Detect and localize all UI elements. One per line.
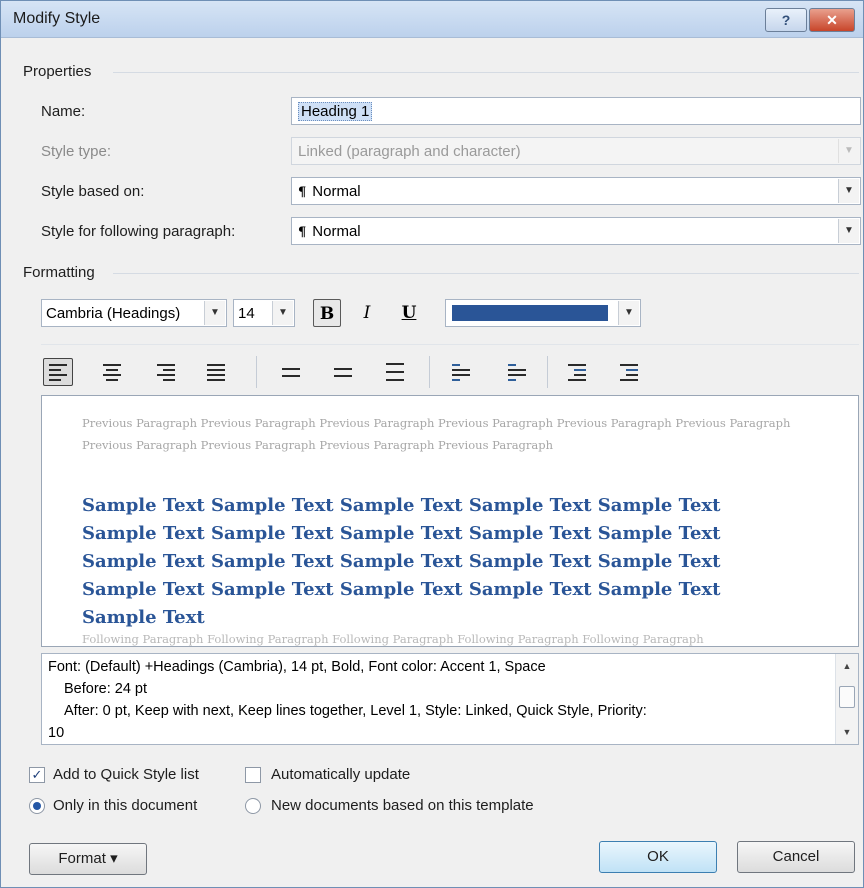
chevron-down-icon[interactable]: ▼ bbox=[618, 301, 639, 325]
auto-update-label: Automatically update bbox=[271, 766, 411, 783]
help-button[interactable]: ? bbox=[765, 8, 807, 32]
previous-paragraph-text: Previous Paragraph Previous Paragraph Pr… bbox=[82, 416, 791, 452]
double-spacing-icon[interactable] bbox=[381, 358, 411, 386]
based-on-dropdown[interactable]: ¶ Normal ▼ bbox=[291, 177, 861, 205]
chevron-down-icon[interactable]: ▼ bbox=[838, 179, 859, 203]
only-this-document-radio[interactable] bbox=[29, 798, 45, 814]
single-spacing-icon[interactable] bbox=[277, 358, 307, 386]
sample-text: Sample Text Sample Text Sample Text Samp… bbox=[82, 495, 721, 628]
new-documents-label: New documents based on this template bbox=[271, 797, 534, 814]
scroll-thumb[interactable] bbox=[839, 686, 855, 708]
toolbar-divider bbox=[41, 344, 859, 345]
description-line: Before: 24 pt bbox=[64, 681, 148, 697]
justify-icon[interactable] bbox=[202, 358, 232, 386]
only-this-document-label: Only in this document bbox=[53, 797, 198, 814]
following-paragraph-dropdown[interactable]: ¶ Normal ▼ bbox=[291, 217, 861, 245]
add-quick-style-checkbox[interactable]: ✓ bbox=[29, 767, 45, 783]
decrease-paragraph-spacing-icon[interactable] bbox=[503, 358, 533, 386]
align-center-icon[interactable] bbox=[98, 358, 128, 386]
formatting-section-label: Formatting bbox=[23, 264, 95, 281]
style-description[interactable]: Font: (Default) +Headings (Cambria), 14 … bbox=[41, 653, 859, 745]
following-paragraph-value: Normal bbox=[312, 223, 361, 240]
chevron-down-icon[interactable]: ▼ bbox=[272, 301, 293, 325]
scroll-down-icon[interactable]: ▼ bbox=[836, 724, 858, 740]
scroll-up-icon[interactable]: ▲ bbox=[836, 658, 858, 674]
ok-button[interactable]: OK bbox=[599, 841, 717, 873]
description-line: Font: (Default) +Headings (Cambria), 14 … bbox=[48, 659, 546, 675]
align-left-icon[interactable] bbox=[43, 358, 73, 386]
format-button[interactable]: Format ▾ bbox=[29, 843, 147, 875]
font-value: Cambria (Headings) bbox=[46, 305, 181, 322]
chevron-down-icon: ▼ bbox=[838, 139, 859, 163]
description-scrollbar[interactable]: ▲ ▼ bbox=[835, 654, 858, 744]
font-color-swatch bbox=[452, 305, 608, 321]
style-type-dropdown: Linked (paragraph and character) ▼ bbox=[291, 137, 861, 165]
close-button[interactable]: ✕ bbox=[809, 8, 855, 32]
chevron-down-icon[interactable]: ▼ bbox=[204, 301, 225, 325]
increase-paragraph-spacing-icon[interactable] bbox=[447, 358, 477, 386]
font-dropdown[interactable]: Cambria (Headings) ▼ bbox=[41, 299, 227, 327]
auto-update-checkbox[interactable] bbox=[245, 767, 261, 783]
following-paragraph-text: Following Paragraph Following Paragraph … bbox=[82, 632, 704, 646]
properties-divider bbox=[113, 72, 859, 73]
based-on-label: Style based on: bbox=[41, 183, 145, 200]
add-quick-style-label: Add to Quick Style list bbox=[53, 766, 199, 783]
bold-button[interactable]: B bbox=[313, 299, 341, 327]
checkmark-icon: ✓ bbox=[31, 767, 43, 782]
style-preview: Previous Paragraph Previous Paragraph Pr… bbox=[41, 395, 859, 647]
description-line: 10 bbox=[48, 725, 65, 741]
radio-selected-dot bbox=[33, 802, 41, 810]
paragraph-mark-icon: ¶ bbox=[298, 185, 307, 200]
style-type-label: Style type: bbox=[41, 143, 112, 160]
increase-indent-icon[interactable] bbox=[615, 358, 645, 386]
chevron-down-icon[interactable]: ▼ bbox=[838, 219, 859, 243]
following-paragraph-label: Style for following paragraph: bbox=[41, 223, 236, 240]
toolbar-separator bbox=[547, 356, 548, 388]
style-type-value: Linked (paragraph and character) bbox=[298, 143, 521, 160]
toolbar-separator bbox=[256, 356, 257, 388]
italic-button[interactable]: I bbox=[353, 299, 381, 327]
underline-button[interactable]: U bbox=[395, 299, 423, 327]
based-on-value: Normal bbox=[312, 183, 361, 200]
description-line: After: 0 pt, Keep with next, Keep lines … bbox=[64, 703, 647, 719]
decrease-indent-icon[interactable] bbox=[563, 358, 593, 386]
toolbar-separator bbox=[429, 356, 430, 388]
dialog-title: Modify Style bbox=[13, 10, 101, 27]
modify-style-dialog: Modify Style ? ✕ Properties Name: Headin… bbox=[0, 0, 864, 888]
properties-section-label: Properties bbox=[23, 63, 92, 80]
name-value: Heading 1 bbox=[298, 102, 373, 121]
paragraph-mark-icon: ¶ bbox=[298, 225, 307, 240]
formatting-divider bbox=[113, 273, 859, 274]
name-field[interactable]: Heading 1 bbox=[291, 97, 861, 125]
font-color-dropdown[interactable]: ▼ bbox=[445, 299, 641, 327]
font-size-dropdown[interactable]: 14 ▼ bbox=[233, 299, 295, 327]
one-and-half-spacing-icon[interactable] bbox=[329, 358, 359, 386]
new-documents-radio[interactable] bbox=[245, 798, 261, 814]
title-bar[interactable]: Modify Style ? ✕ bbox=[1, 1, 863, 38]
font-size-value: 14 bbox=[238, 305, 255, 322]
cancel-button[interactable]: Cancel bbox=[737, 841, 855, 873]
name-label: Name: bbox=[41, 103, 86, 120]
align-right-icon[interactable] bbox=[152, 358, 182, 386]
